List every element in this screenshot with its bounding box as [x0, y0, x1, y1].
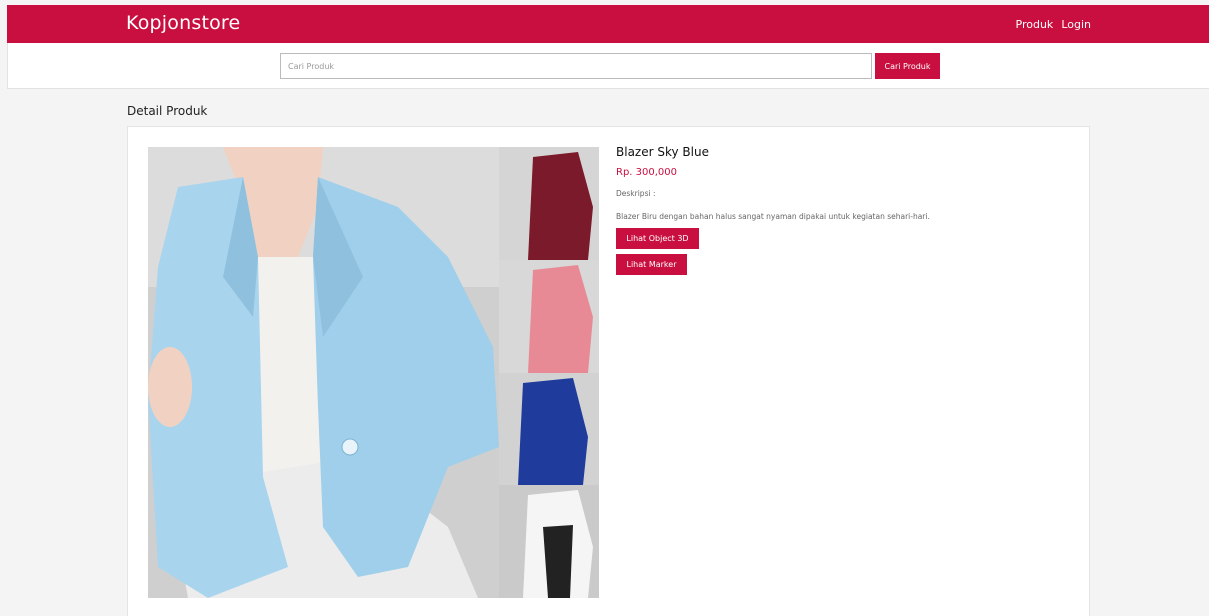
- nav-links: Produk Login: [1016, 18, 1091, 31]
- navbar: Kopjonstore Produk Login: [7, 5, 1209, 43]
- search-input[interactable]: [280, 53, 872, 79]
- view-marker-button[interactable]: Lihat Marker: [616, 254, 687, 275]
- product-photo-collage: [148, 147, 599, 598]
- model-hand: [148, 347, 192, 427]
- product-description: Blazer Biru dengan bahan halus sangat ny…: [616, 212, 930, 221]
- search-button[interactable]: Cari Produk: [875, 53, 940, 79]
- search-bar: Cari Produk: [7, 43, 1209, 89]
- page-title: Detail Produk: [127, 104, 208, 118]
- product-info: Blazer Sky Blue Rp. 300,000 Deskripsi : …: [616, 145, 1076, 275]
- product-detail-card: Blazer Sky Blue Rp. 300,000 Deskripsi : …: [127, 126, 1090, 616]
- product-image: [148, 147, 599, 598]
- nav-link-login[interactable]: Login: [1061, 18, 1091, 31]
- view-3d-button[interactable]: Lihat Object 3D: [616, 228, 699, 249]
- product-name: Blazer Sky Blue: [616, 145, 709, 159]
- brand-logo[interactable]: Kopjonstore: [126, 12, 240, 34]
- blazer-button: [341, 438, 359, 456]
- nav-link-produk[interactable]: Produk: [1016, 18, 1054, 31]
- product-price: Rp. 300,000: [616, 167, 678, 178]
- description-label: Deskripsi :: [616, 189, 656, 198]
